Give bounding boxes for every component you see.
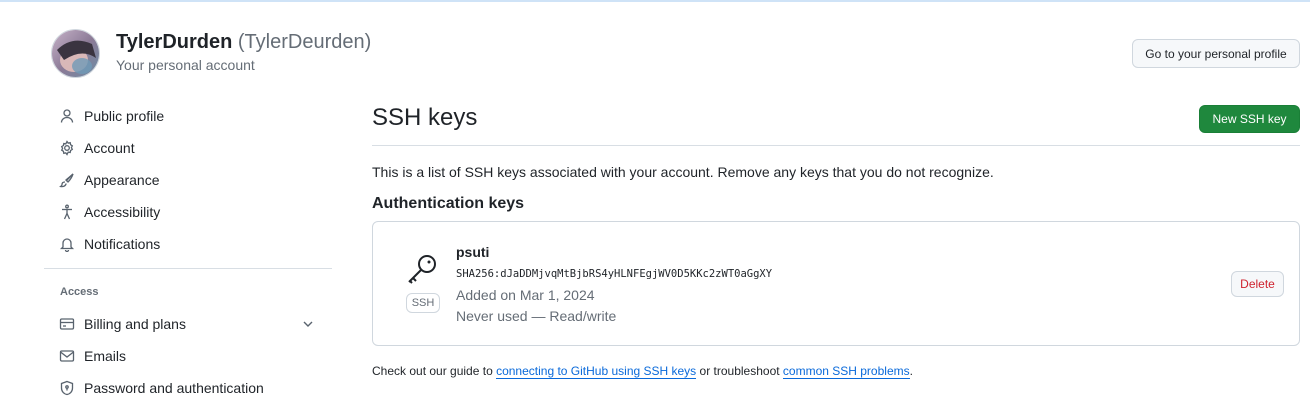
key-icon xyxy=(408,255,436,284)
sidebar-item-accessibility[interactable]: Accessibility xyxy=(52,198,332,226)
display-name: TylerDurden xyxy=(116,31,233,53)
go-to-profile-button[interactable]: Go to your personal profile xyxy=(1132,39,1300,68)
key-added-date: Added on Mar 1, 2024 xyxy=(456,287,595,303)
key-usage: Never used — Read/write xyxy=(456,308,617,324)
paintbrush-icon xyxy=(59,172,75,188)
chevron-down-icon[interactable] xyxy=(300,316,316,332)
key-title: psuti xyxy=(456,244,490,260)
connecting-ssh-guide-link[interactable]: connecting to GitHub using SSH keys xyxy=(496,364,697,379)
avatar[interactable] xyxy=(51,29,100,78)
new-ssh-key-button[interactable]: New SSH key xyxy=(1199,105,1300,133)
sidebar-item-notifications[interactable]: Notifications xyxy=(52,230,332,258)
title-divider xyxy=(372,145,1300,146)
delete-key-button[interactable]: Delete xyxy=(1231,271,1284,297)
key-fingerprint: SHA256:dJaDDMjvqMtBjbRS4yHLNFEgjWV0D5KKc… xyxy=(456,268,773,280)
sidebar-item-label: Public profile xyxy=(84,108,165,124)
sidebar-item-appearance[interactable]: Appearance xyxy=(52,166,332,194)
account-handle: (TylerDeurden) xyxy=(237,31,372,53)
gear-icon xyxy=(59,140,75,156)
ssh-troubleshoot-link[interactable]: common SSH problems xyxy=(782,364,910,379)
sidebar-item-label: Account xyxy=(84,140,135,156)
ssh-key-card: SSH psuti SHA256:dJaDDMjvqMtBjbRS4yHLNFE… xyxy=(372,221,1300,346)
sidebar-item-label: Billing and plans xyxy=(84,316,186,332)
sidebar-divider xyxy=(44,268,332,269)
sidebar-item-label: Accessibility xyxy=(84,204,161,220)
sidebar-item-account[interactable]: Account xyxy=(52,134,332,162)
sidebar-item-label: Notifications xyxy=(84,236,161,252)
sidebar-item-public-profile[interactable]: Public profile xyxy=(52,102,332,130)
footer-text: . xyxy=(909,364,913,378)
footer-text: Check out our guide to xyxy=(372,364,497,378)
page-title: SSH keys xyxy=(372,104,478,131)
sidebar-item-password[interactable]: Password and authentication xyxy=(52,374,332,402)
shield-lock-icon xyxy=(59,380,75,396)
sidebar-heading-access: Access xyxy=(60,286,99,298)
accessibility-icon xyxy=(59,204,75,220)
bell-icon xyxy=(59,236,75,252)
sidebar-item-label: Emails xyxy=(84,348,127,364)
sidebar-item-billing[interactable]: Billing and plans xyxy=(52,310,332,338)
person-icon xyxy=(59,108,75,124)
sidebar-item-label: Appearance xyxy=(84,172,160,188)
ssh-badge: SSH xyxy=(406,293,440,313)
ssh-guide-footer: Check out our guide to connecting to Git… xyxy=(372,364,913,379)
sidebar-item-emails[interactable]: Emails xyxy=(52,342,332,370)
mail-icon xyxy=(59,348,75,364)
authentication-keys-heading: Authentication keys xyxy=(372,195,525,212)
account-name: TylerDurden (TylerDeurden) xyxy=(116,31,371,54)
sidebar-item-label: Password and authentication xyxy=(84,380,264,396)
footer-text: or troubleshoot xyxy=(696,364,783,378)
credit-card-icon xyxy=(59,316,75,332)
page-description: This is a list of SSH keys associated wi… xyxy=(372,164,994,180)
account-subtitle: Your personal account xyxy=(116,57,255,73)
top-border xyxy=(0,0,1310,2)
